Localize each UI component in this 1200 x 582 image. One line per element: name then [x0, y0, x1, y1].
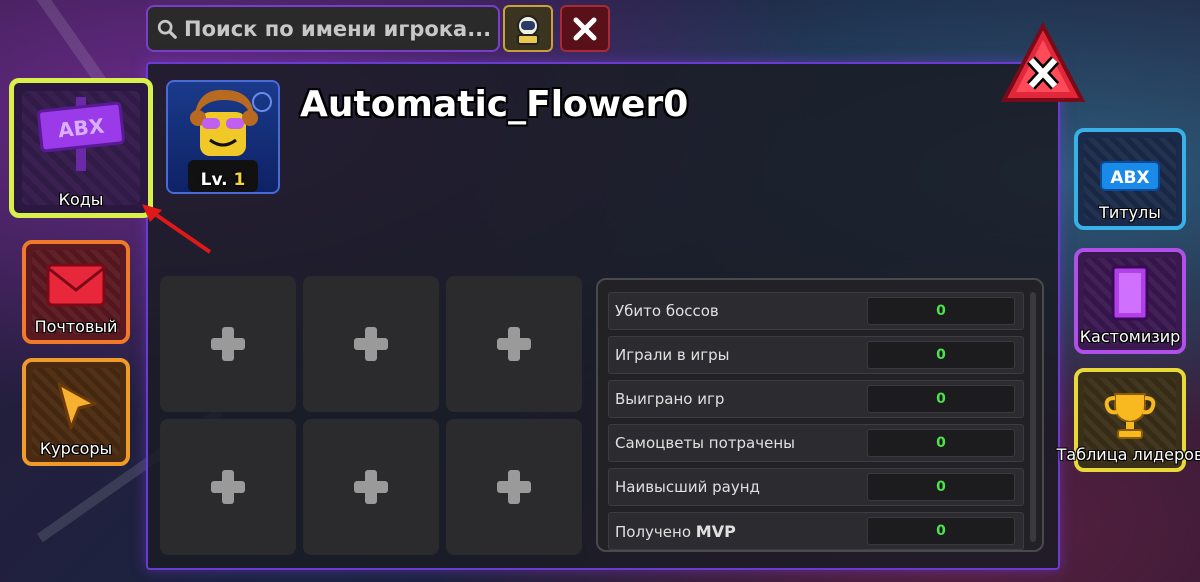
plus-icon	[497, 327, 531, 361]
empty-slot[interactable]	[160, 276, 296, 412]
plus-icon	[211, 327, 245, 361]
mail-button[interactable]: Почтовый	[22, 240, 130, 344]
stat-row-gems-spent: Самоцветы потрачены 0	[608, 424, 1024, 462]
panel-close-button[interactable]	[1000, 22, 1086, 106]
sign-text: ABX	[57, 114, 106, 143]
plus-icon	[354, 327, 388, 361]
player-avatar[interactable]: Lv. 1	[166, 80, 280, 194]
cursor-icon	[57, 382, 97, 430]
plus-icon	[211, 470, 245, 504]
empty-slot[interactable]	[303, 276, 439, 412]
titles-label: Титулы	[1099, 203, 1161, 222]
titles-button[interactable]: ABX Титулы	[1074, 128, 1186, 230]
empty-slot[interactable]	[160, 419, 296, 555]
empty-slot[interactable]	[446, 276, 582, 412]
player-username: Automatic_Flower0	[300, 84, 689, 125]
stat-value: 0	[867, 385, 1015, 413]
card-icon	[1111, 265, 1149, 321]
customizer-button[interactable]: Кастомизир	[1074, 248, 1186, 354]
player-search-input[interactable]	[184, 16, 494, 41]
sign-icon: ABX	[37, 97, 125, 171]
stat-label: Получено MVP	[609, 522, 867, 541]
cursors-label: Курсоры	[39, 439, 113, 458]
stat-label: Убито боссов	[615, 302, 719, 320]
stat-label: Наивысший раунд	[615, 478, 760, 496]
codes-button[interactable]: ABX Коды	[9, 78, 153, 218]
stat-label-prefix: Получено	[615, 522, 691, 541]
level-prefix: Lv.	[200, 170, 228, 190]
stat-label: Играли в игры	[615, 346, 730, 364]
stat-label: Выиграно игр	[615, 390, 725, 408]
stat-row-bosses-killed: Убито боссов 0	[608, 292, 1024, 330]
empty-slot[interactable]	[303, 419, 439, 555]
stats-panel[interactable]: Убито боссов 0 Играли в игры 0 Выиграно …	[596, 278, 1044, 552]
astronaut-icon	[517, 14, 539, 45]
stat-row-highest-round: Наивысший раунд 0	[608, 468, 1024, 506]
astronaut-button[interactable]	[503, 5, 553, 52]
stat-value: 0	[867, 429, 1015, 457]
level-badge: Lv. 1	[168, 170, 278, 190]
trophy-icon	[1104, 393, 1156, 439]
stat-value: 0	[867, 473, 1015, 501]
title-badge-icon: ABX	[1100, 161, 1160, 191]
stat-row-games-won: Выиграно игр 0	[608, 380, 1024, 418]
stat-row-games-played: Играли в игры 0	[608, 336, 1024, 374]
plus-icon	[497, 470, 531, 504]
stats-scrollbar[interactable]	[1030, 292, 1036, 542]
empty-slot[interactable]	[446, 419, 582, 555]
mail-label: Почтовый	[34, 317, 118, 336]
close-icon	[573, 17, 597, 40]
stat-value: 0	[867, 517, 1015, 545]
player-search-bar[interactable]	[146, 5, 500, 52]
title-badge-text: ABX	[1110, 168, 1149, 188]
annotation-arrow	[142, 204, 212, 254]
leaderboard-button[interactable]: Таблица лидеров	[1057, 368, 1200, 472]
stat-value: 0	[867, 341, 1015, 369]
cursors-button[interactable]: Курсоры	[22, 358, 130, 466]
customizer-label: Кастомизир	[1079, 327, 1181, 346]
level-number: 1	[233, 170, 246, 190]
stat-label-mvp: MVP	[695, 521, 736, 541]
mail-icon	[46, 263, 106, 307]
stat-row-mvp: Получено MVP 0	[608, 512, 1024, 550]
close-search-button[interactable]	[560, 5, 610, 52]
stat-label: Самоцветы потрачены	[615, 434, 795, 452]
stat-value: 0	[867, 297, 1015, 325]
search-icon	[157, 19, 177, 39]
codes-label: Коды	[58, 190, 104, 209]
leaderboard-label: Таблица лидеров	[1056, 445, 1200, 464]
plus-icon	[354, 470, 388, 504]
